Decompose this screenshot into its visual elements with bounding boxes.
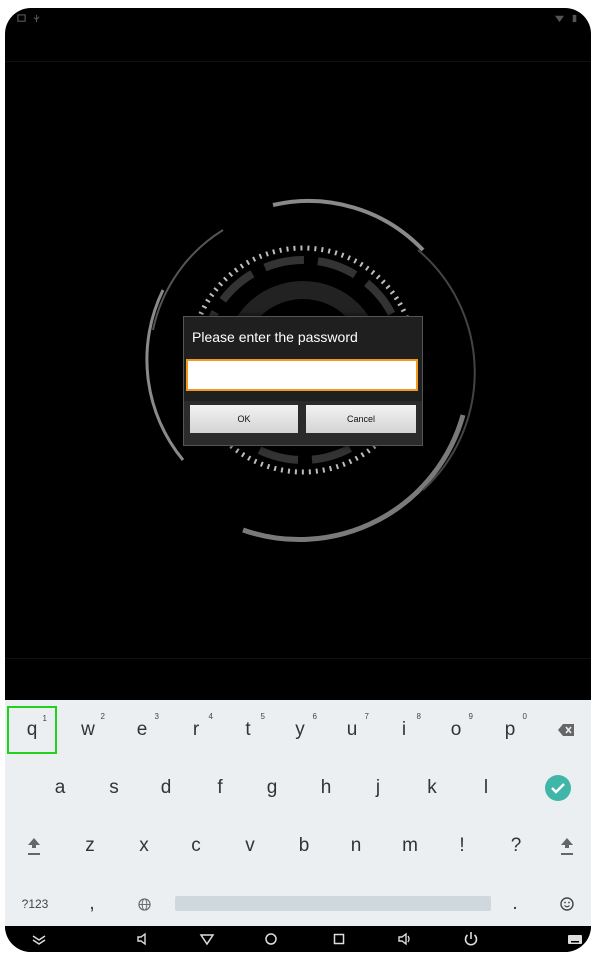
key-label: e bbox=[136, 719, 148, 740]
enter-key[interactable] bbox=[535, 764, 581, 812]
device-screen: Please enter the password OK Cancel q 1 … bbox=[5, 8, 591, 952]
key-hint: 9 bbox=[468, 712, 473, 721]
key-label: p bbox=[504, 719, 516, 740]
wifi-icon bbox=[555, 15, 564, 23]
key-i[interactable]: i 8 bbox=[379, 706, 429, 754]
ok-button[interactable]: OK bbox=[190, 405, 298, 433]
power-button[interactable] bbox=[461, 930, 481, 948]
key-s[interactable]: s bbox=[89, 764, 139, 812]
square-recent-icon bbox=[333, 933, 345, 945]
key-a[interactable]: a bbox=[35, 764, 85, 812]
key-label: u bbox=[346, 719, 358, 740]
key-period[interactable]: . bbox=[495, 880, 535, 928]
key-q[interactable]: q 1 bbox=[7, 706, 57, 754]
backspace-key[interactable] bbox=[543, 706, 589, 754]
shift-key-left[interactable] bbox=[9, 822, 59, 870]
key-l[interactable]: l bbox=[461, 764, 511, 812]
key-v[interactable]: v bbox=[225, 822, 275, 870]
back-button[interactable] bbox=[197, 930, 217, 948]
key-hint: 4 bbox=[208, 712, 213, 721]
key-f[interactable]: f bbox=[195, 764, 245, 812]
key-o[interactable]: o 9 bbox=[431, 706, 481, 754]
key-g[interactable]: g bbox=[247, 764, 297, 812]
soft-keyboard: q 1 w 2 e 3 r 4 t 5 y 6 u 7 i 8 o 9 p 0 … bbox=[5, 700, 591, 926]
key-comma[interactable]: , bbox=[67, 880, 117, 928]
key-h[interactable]: h bbox=[301, 764, 351, 812]
key-hint: 0 bbox=[522, 712, 527, 721]
cancel-button[interactable]: Cancel bbox=[306, 405, 416, 433]
keyboard-icon bbox=[568, 935, 582, 944]
key-j[interactable]: j bbox=[353, 764, 403, 812]
key-z[interactable]: z bbox=[65, 822, 115, 870]
volume-down-icon bbox=[137, 932, 146, 946]
key-label: y bbox=[295, 719, 305, 740]
recent-apps-button[interactable] bbox=[329, 930, 349, 948]
key-x[interactable]: x bbox=[119, 822, 169, 870]
volume-up-button[interactable] bbox=[395, 930, 415, 948]
hide-keyboard-button[interactable] bbox=[29, 930, 49, 948]
key-hint: 6 bbox=[312, 712, 317, 721]
volume-up-icon bbox=[398, 932, 410, 946]
navigation-bar bbox=[5, 926, 591, 952]
key-hint: 3 bbox=[154, 712, 159, 721]
key-label: q bbox=[26, 719, 38, 740]
password-dialog: Please enter the password OK Cancel bbox=[183, 316, 423, 446]
keyboard-switch-button[interactable] bbox=[565, 930, 585, 948]
password-input[interactable] bbox=[186, 359, 418, 391]
key-y[interactable]: y 6 bbox=[275, 706, 325, 754]
backspace-icon bbox=[558, 724, 574, 736]
circle-home-icon bbox=[265, 933, 277, 945]
symbols-key[interactable]: ?123 bbox=[9, 880, 61, 928]
smiley-icon bbox=[560, 897, 574, 911]
key-u[interactable]: u 7 bbox=[327, 706, 377, 754]
key-question[interactable]: ? bbox=[491, 822, 541, 870]
key-label: i bbox=[401, 719, 407, 740]
app-area: Please enter the password OK Cancel bbox=[5, 34, 591, 700]
dialog-button-bar: OK Cancel bbox=[184, 401, 422, 445]
key-m[interactable]: m bbox=[385, 822, 435, 870]
key-c[interactable]: c bbox=[171, 822, 221, 870]
chevron-down-icon bbox=[32, 935, 46, 945]
notification-icon bbox=[17, 14, 26, 22]
key-p[interactable]: p 0 bbox=[485, 706, 535, 754]
home-button[interactable] bbox=[261, 930, 281, 948]
key-label: o bbox=[450, 719, 462, 740]
key-t[interactable]: t 5 bbox=[223, 706, 273, 754]
key-w[interactable]: w 2 bbox=[63, 706, 113, 754]
key-label: r bbox=[192, 719, 200, 740]
key-hint: 5 bbox=[260, 712, 265, 721]
key-exclamation[interactable]: ! bbox=[437, 822, 487, 870]
checkmark-icon bbox=[545, 775, 571, 801]
shift-key-right[interactable] bbox=[545, 822, 589, 870]
key-n[interactable]: n bbox=[331, 822, 381, 870]
key-label: t bbox=[245, 719, 251, 740]
status-bar bbox=[5, 8, 591, 34]
globe-icon bbox=[137, 897, 151, 911]
key-label: w bbox=[81, 719, 95, 740]
language-key[interactable] bbox=[119, 880, 169, 928]
power-icon bbox=[464, 932, 478, 946]
shift-arrow-icon bbox=[28, 838, 40, 855]
space-bar[interactable] bbox=[175, 896, 491, 911]
battery-icon bbox=[572, 14, 577, 23]
usb-icon bbox=[33, 14, 40, 23]
shift-arrow-icon bbox=[561, 838, 573, 855]
dialog-title: Please enter the password bbox=[192, 329, 358, 345]
key-d[interactable]: d bbox=[141, 764, 191, 812]
key-e[interactable]: e 3 bbox=[117, 706, 167, 754]
volume-down-button[interactable] bbox=[133, 930, 153, 948]
key-r[interactable]: r 4 bbox=[171, 706, 221, 754]
triangle-back-icon bbox=[199, 934, 215, 946]
emoji-key[interactable] bbox=[545, 880, 589, 928]
key-label: ?123 bbox=[21, 897, 49, 911]
key-b[interactable]: b bbox=[279, 822, 329, 870]
key-k[interactable]: k bbox=[407, 764, 457, 812]
key-hint: 1 bbox=[42, 714, 47, 723]
key-hint: 8 bbox=[416, 712, 421, 721]
key-hint: 2 bbox=[100, 712, 105, 721]
key-hint: 7 bbox=[364, 712, 369, 721]
